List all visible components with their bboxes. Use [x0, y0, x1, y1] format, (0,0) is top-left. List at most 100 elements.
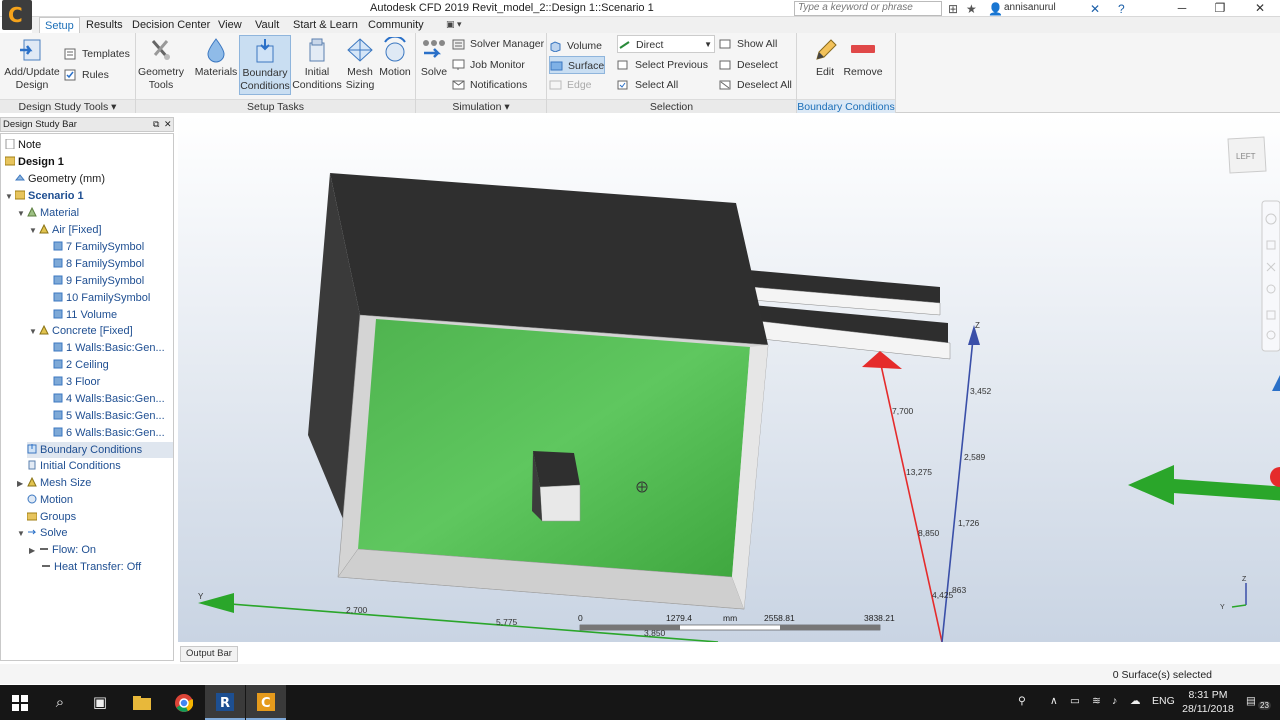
select-all-button[interactable]: Select All: [617, 76, 678, 94]
tree-node-air[interactable]: ▼ Air [Fixed]: [29, 222, 102, 238]
tree-node-solve[interactable]: ▼ Solve: [17, 525, 68, 541]
tab-setup[interactable]: Setup: [39, 17, 80, 33]
motion-button[interactable]: Motion: [377, 35, 413, 97]
templates-button[interactable]: Templates: [64, 45, 130, 63]
select-previous-button[interactable]: Select Previous: [617, 56, 708, 74]
file-explorer-icon[interactable]: [122, 685, 162, 720]
task-view-icon[interactable]: ▣: [80, 685, 120, 720]
remove-button[interactable]: Remove: [843, 35, 883, 97]
restore-button[interactable]: ❐: [1202, 0, 1238, 17]
add-update-design-button[interactable]: Add/Update Design: [2, 35, 62, 97]
tree-node-part[interactable]: 4 Walls:Basic:Gen...: [53, 391, 165, 407]
chevron-up-icon[interactable]: ∧: [1050, 695, 1058, 707]
design-study-tools-dropdown[interactable]: Design Study Tools ▾: [0, 99, 135, 113]
clock[interactable]: 8:31 PM 28/11/2018: [1180, 688, 1236, 716]
collapse-icon[interactable]: ▼: [17, 526, 27, 542]
tree-node-design[interactable]: Design 1: [5, 154, 64, 170]
tree-node-part[interactable]: 7 FamilySymbol: [53, 239, 144, 255]
tab-vault[interactable]: Vault: [250, 17, 284, 33]
collapse-icon[interactable]: ▼: [5, 189, 15, 205]
tree-node-geometry[interactable]: Geometry (mm): [15, 171, 105, 187]
tree-node-part[interactable]: 6 Walls:Basic:Gen...: [53, 425, 165, 441]
geometry-tools-button[interactable]: Geometry Tools: [137, 35, 185, 97]
tree-node-part[interactable]: 3 Floor: [53, 374, 100, 390]
quick-access-icon[interactable]: ▣ ▾: [446, 19, 462, 30]
tree-node-part[interactable]: 10 FamilySymbol: [53, 290, 150, 306]
tree-node-part[interactable]: 8 FamilySymbol: [53, 256, 144, 272]
tree-node-part[interactable]: 5 Walls:Basic:Gen...: [53, 408, 165, 424]
view-cube[interactable]: LEFT: [1227, 136, 1267, 174]
surface-button[interactable]: Surface: [549, 56, 605, 74]
wifi-icon[interactable]: ≋: [1092, 695, 1101, 707]
tree-node-part[interactable]: 9 FamilySymbol: [53, 273, 144, 289]
user-name[interactable]: annisanurul: [1004, 2, 1056, 13]
tree-node-material[interactable]: ▼ Material: [17, 205, 79, 221]
panel-close-icon[interactable]: ✕: [164, 118, 172, 131]
solve-button[interactable]: Solve: [418, 35, 450, 97]
app-logo[interactable]: C: [2, 0, 32, 30]
collapse-icon[interactable]: ▼: [29, 324, 39, 340]
boundary-conditions-button[interactable]: Boundary Conditions: [239, 35, 291, 95]
collapse-icon[interactable]: ▼: [29, 223, 39, 239]
job-monitor-button[interactable]: Job Monitor: [452, 56, 525, 74]
tab-community[interactable]: Community: [363, 17, 429, 33]
cfd-icon[interactable]: C: [246, 685, 286, 720]
show-all-button[interactable]: Show All: [719, 35, 777, 53]
tab-view[interactable]: View: [213, 17, 247, 33]
expand-icon[interactable]: ▶: [17, 476, 27, 492]
binoculars-icon[interactable]: ⊞: [948, 2, 958, 16]
minimize-button[interactable]: ─: [1164, 0, 1200, 17]
exchange-icon[interactable]: ✕: [1090, 2, 1100, 16]
battery-icon[interactable]: ▭: [1070, 695, 1080, 707]
tab-decision-center[interactable]: Decision Center: [127, 17, 215, 33]
star-icon[interactable]: ★: [966, 2, 977, 16]
tree-node-part[interactable]: 11 Volume: [53, 307, 117, 323]
edit-button[interactable]: Edit: [807, 35, 843, 97]
tree-node-motion[interactable]: Motion: [27, 492, 73, 508]
model-canvas[interactable]: Z Y 2,700 5,775 7,700 13,275 8,850 4,425…: [178, 115, 1280, 642]
pin-icon[interactable]: ⧉: [153, 118, 159, 131]
action-center-icon[interactable]: ▤: [1246, 695, 1256, 707]
tree-node-scenario[interactable]: ▼ Scenario 1: [5, 188, 84, 204]
tree-node-part[interactable]: 2 Ceiling: [53, 357, 109, 373]
volume-button[interactable]: Volume: [549, 37, 605, 55]
tree-node-initial-conditions[interactable]: Initial Conditions: [27, 458, 121, 474]
close-button[interactable]: ✕: [1242, 0, 1278, 17]
edge-button[interactable]: Edge: [549, 76, 605, 94]
selected-surface[interactable]: [358, 319, 750, 577]
tree-node-note[interactable]: Note: [5, 137, 41, 153]
graphics-viewport[interactable]: Z Y 2,700 5,775 7,700 13,275 8,850 4,425…: [178, 115, 1280, 642]
simulation-dropdown[interactable]: Simulation ▾: [416, 99, 546, 113]
chrome-icon[interactable]: [164, 685, 204, 720]
language-indicator[interactable]: ENG: [1152, 695, 1175, 707]
help-search-input[interactable]: Type a keyword or phrase: [794, 1, 942, 16]
selection-mode-select[interactable]: Direct ▼: [617, 35, 715, 53]
tree-node-part[interactable]: 1 Walls:Basic:Gen...: [53, 340, 165, 356]
expand-icon[interactable]: ▶: [29, 543, 39, 559]
materials-button[interactable]: Materials: [194, 35, 238, 97]
mesh-sizing-button[interactable]: Mesh Sizing: [343, 35, 377, 97]
collapse-icon[interactable]: ▼: [17, 206, 27, 222]
tree-node-groups[interactable]: Groups: [27, 509, 76, 525]
revit-icon[interactable]: R: [205, 685, 245, 720]
tree-node-concrete[interactable]: ▼ Concrete [Fixed]: [29, 323, 133, 339]
deselect-all-button[interactable]: Deselect All: [719, 76, 792, 94]
help-icon[interactable]: ?: [1118, 2, 1125, 16]
deselect-button[interactable]: Deselect: [719, 56, 778, 74]
person-icon[interactable]: ⚲: [1018, 695, 1026, 707]
tree-node-heat-transfer[interactable]: Heat Transfer: Off: [41, 559, 141, 575]
tab-results[interactable]: Results: [81, 17, 128, 33]
tab-start-learn[interactable]: Start & Learn: [288, 17, 363, 33]
rules-button[interactable]: Rules: [64, 66, 109, 84]
cloud-icon[interactable]: ☁: [1130, 695, 1141, 707]
tree-node-flow[interactable]: ▶ Flow: On: [29, 542, 96, 558]
search-icon[interactable]: ⌕: [40, 685, 80, 720]
volume-icon[interactable]: ♪: [1112, 695, 1117, 707]
tree-node-mesh-size[interactable]: ▶ Mesh Size: [17, 475, 91, 491]
windows-start-icon[interactable]: [0, 685, 40, 720]
tree-node-boundary-conditions[interactable]: Boundary Conditions: [27, 442, 173, 458]
user-icon[interactable]: 👤: [988, 2, 1003, 16]
notifications-button[interactable]: Notifications: [452, 76, 527, 94]
output-bar-tab[interactable]: Output Bar: [180, 646, 238, 662]
initial-conditions-button[interactable]: Initial Conditions: [292, 35, 342, 97]
